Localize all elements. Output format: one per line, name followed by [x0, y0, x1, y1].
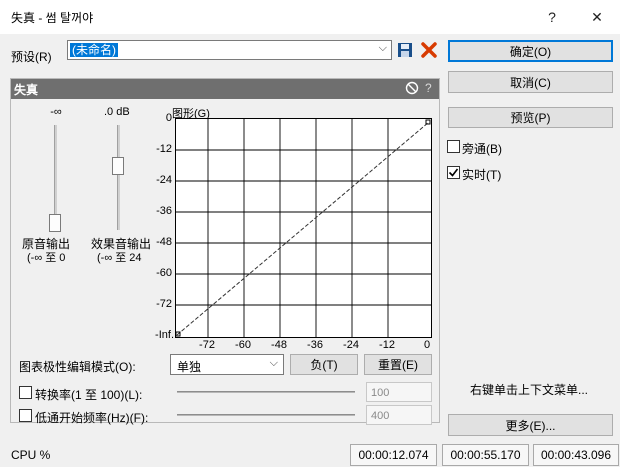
- transfer-curve: [176, 121, 430, 336]
- preset-value: (未命名): [70, 43, 118, 57]
- status-time-1: 00:00:12.074: [350, 444, 437, 466]
- graph-y-tick: -72: [156, 298, 172, 310]
- slew-value-field[interactable]: 100: [366, 382, 432, 402]
- effect-panel-header: [11, 79, 439, 99]
- panel-help-icon[interactable]: ?: [425, 81, 432, 95]
- graph-y-tick: -60: [156, 267, 172, 279]
- reset-button[interactable]: 重置(E): [364, 354, 432, 375]
- graph-x-tick: -36: [307, 339, 323, 351]
- dry-range: (-∞ 至 0: [27, 252, 66, 264]
- close-button[interactable]: ✕: [575, 4, 619, 30]
- graph-y-tick: -24: [156, 174, 172, 186]
- graph-x-tick: -24: [343, 339, 359, 351]
- graph-y-tick: -12: [156, 143, 172, 155]
- graph-x-tick: -48: [271, 339, 287, 351]
- cancel-button[interactable]: 取消(C): [448, 71, 613, 93]
- wet-top-value: .0 dB: [104, 106, 130, 118]
- wet-range: (-∞ 至 24: [97, 252, 142, 264]
- graph-grid: [176, 119, 431, 337]
- polarity-label: 图表极性编辑模式(O):: [19, 360, 136, 374]
- wet-slider-thumb[interactable]: [112, 157, 124, 175]
- bypass-checkbox[interactable]: [447, 140, 460, 153]
- context-menu-hint: 右键单击上下文菜单...: [470, 383, 589, 397]
- window-title: 失真 - 썸 탈꺼야: [11, 11, 94, 25]
- realtime-label: 实时(T): [462, 168, 502, 182]
- lowpass-label: 低通开始频率(Hz)(F):: [35, 411, 149, 425]
- preset-label: 预设(R): [11, 50, 52, 64]
- bypass-label: 旁通(B): [462, 142, 502, 156]
- help-button[interactable]: ?: [530, 4, 574, 30]
- lowpass-value-field[interactable]: 400: [366, 405, 432, 425]
- graph-x-tick: 0: [423, 339, 431, 351]
- chevron-down-icon: ⌵: [378, 42, 387, 54]
- slew-checkbox[interactable]: [19, 386, 32, 399]
- check-mark-icon: [448, 168, 459, 177]
- bypass-circle-icon[interactable]: [405, 81, 419, 95]
- wet-slider-track[interactable]: [117, 125, 120, 230]
- polarity-value: 单独: [177, 360, 202, 374]
- preset-combobox[interactable]: (未命名) ⌵: [67, 40, 392, 60]
- graph-canvas[interactable]: [175, 118, 432, 338]
- status-time-2: 00:00:55.170: [442, 444, 529, 466]
- polarity-select[interactable]: 单独 ⌵: [170, 354, 284, 375]
- slew-slider[interactable]: [177, 391, 355, 393]
- lowpass-checkbox[interactable]: [19, 409, 32, 422]
- dry-slider-thumb[interactable]: [49, 214, 61, 232]
- graph-y-tick: -36: [156, 205, 172, 217]
- realtime-checkbox[interactable]: [447, 166, 460, 179]
- preview-button[interactable]: 预览(P): [448, 107, 613, 128]
- cpu-label: CPU %: [11, 448, 51, 462]
- graph-y-tick: 0: [165, 112, 172, 124]
- graph-x-tick: -12: [379, 339, 395, 351]
- more-button[interactable]: 更多(E)...: [448, 414, 613, 436]
- graph-y-tick: -Inf.: [155, 329, 174, 341]
- graph-x-tick: -72: [199, 339, 215, 351]
- chevron-down-icon: ⌵: [269, 357, 278, 369]
- negative-button[interactable]: 负(T): [290, 354, 358, 375]
- slew-label: 转换率(1 至 100)(L):: [35, 388, 143, 402]
- lowpass-slider[interactable]: [177, 414, 355, 416]
- effect-panel-title: 失真: [14, 83, 39, 97]
- save-icon[interactable]: [397, 42, 413, 58]
- dry-top-value: -∞: [50, 106, 62, 118]
- ok-button[interactable]: 确定(O): [448, 40, 613, 62]
- graph-x-tick: -60: [235, 339, 251, 351]
- delete-icon[interactable]: [421, 42, 437, 58]
- graph-y-tick: -48: [156, 236, 172, 248]
- status-time-3: 00:00:43.096: [533, 444, 619, 466]
